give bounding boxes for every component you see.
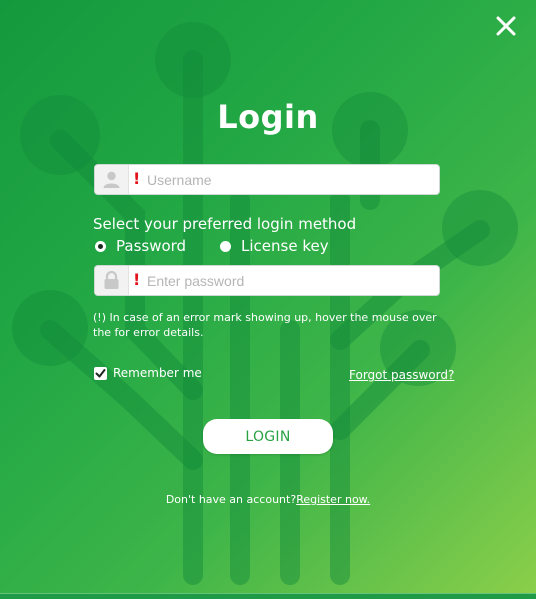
forgot-password-link[interactable]: Forgot password? [349, 368, 454, 382]
radio-password[interactable]: Password [95, 236, 186, 256]
password-input[interactable] [147, 266, 432, 295]
page-title: Login [217, 98, 319, 136]
username-error-mark[interactable]: ! [133, 169, 140, 188]
remember-me-box[interactable] [94, 366, 107, 380]
username-input[interactable] [147, 165, 432, 194]
register-prompt: Don't have an account? [165, 493, 297, 506]
error-hint-text: (!) In case of an error mark showing up,… [93, 311, 437, 339]
username-field[interactable]: ! [94, 164, 440, 195]
checkmark-icon [95, 368, 106, 377]
user-icon [103, 171, 120, 188]
register-link[interactable]: Register now. [296, 493, 370, 506]
close-button[interactable] [493, 13, 519, 39]
password-icon-box [95, 266, 129, 295]
radio-license-key-indicator[interactable] [220, 240, 231, 252]
remember-me-label: Remember me [113, 366, 202, 380]
lock-icon [104, 271, 119, 289]
login-method-label: Select your preferred login method [93, 215, 357, 233]
register-row: Don't have an account?Register now. [0, 493, 536, 506]
radio-license-key[interactable]: License key [220, 236, 329, 256]
password-error-mark[interactable]: ! [133, 270, 140, 289]
remember-me-checkbox[interactable]: Remember me [94, 366, 202, 380]
close-icon [496, 16, 516, 36]
radio-password-label: Password [116, 237, 187, 255]
radio-password-indicator[interactable] [95, 240, 106, 252]
radio-license-key-label: License key [241, 237, 329, 255]
login-dialog: Login ! Select your preferred login meth… [0, 0, 536, 599]
circuit-tree-background [12, 22, 518, 585]
password-field[interactable]: ! [94, 265, 440, 296]
username-icon-box [95, 165, 129, 194]
login-button[interactable]: LOGIN [203, 419, 333, 454]
